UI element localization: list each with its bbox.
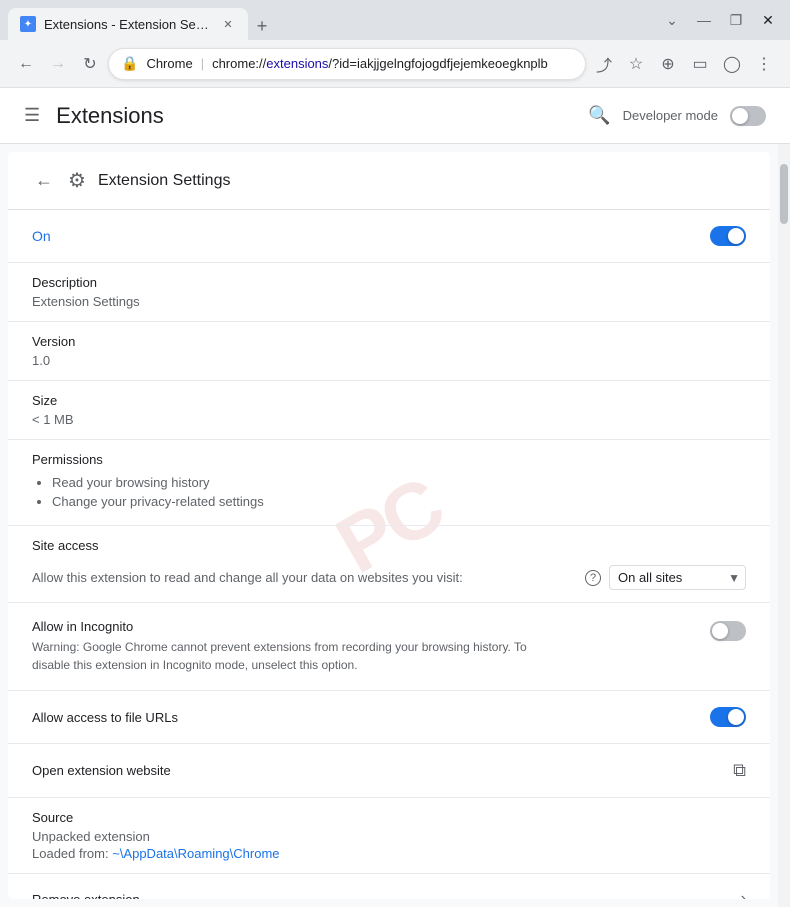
permissions-label: Permissions	[32, 452, 746, 467]
size-row: Size < 1 MB	[8, 381, 770, 440]
on-off-row: On	[8, 210, 770, 263]
search-icon[interactable]: 🔍	[588, 105, 610, 126]
scrollbar-thumb[interactable]	[780, 164, 788, 224]
close-button[interactable]: ✕	[754, 10, 782, 30]
remove-label: Remove extension	[32, 892, 140, 900]
bookmark-icon[interactable]: ☆	[622, 50, 650, 78]
size-label: Size	[32, 393, 746, 408]
version-value: 1.0	[32, 353, 746, 368]
chevron-down-icon[interactable]: ⌄	[658, 10, 686, 30]
main-layout: PC ← ⚙ Extension Settings On Description…	[0, 144, 790, 907]
extensions-header: ☰ Extensions 🔍 Developer mode	[0, 88, 790, 144]
site-access-text: Allow this extension to read and change …	[32, 570, 577, 585]
permissions-list: Read your browsing history Change your p…	[32, 475, 746, 509]
url-separator: |	[201, 56, 204, 71]
content-panel: PC ← ⚙ Extension Settings On Description…	[8, 152, 770, 899]
permissions-row: Permissions Read your browsing history C…	[8, 440, 770, 526]
site-access-dropdown[interactable]: On all sites On specific sites Ask on ev…	[609, 565, 746, 590]
chevron-right-icon: ›	[741, 890, 746, 899]
external-link-icon[interactable]: ⧉	[733, 760, 746, 781]
developer-mode-label: Developer mode	[623, 108, 718, 123]
address-bar: ← → ↻ 🔒 Chrome | chrome://extensions/?id…	[0, 40, 790, 88]
reload-button[interactable]: ↻	[76, 50, 104, 78]
share-icon[interactable]: ⤴	[590, 50, 618, 78]
file-url-label: Allow access to file URLs	[32, 710, 178, 725]
settings-page-title: Extension Settings	[98, 172, 231, 190]
cast-icon[interactable]: ▭	[686, 50, 714, 78]
source-path-prefix: Loaded from:	[32, 846, 112, 861]
source-label: Source	[32, 810, 746, 825]
url-text: chrome://extensions/?id=iakjjgelngfojogd…	[212, 56, 573, 71]
gear-icon: ⚙	[68, 168, 86, 193]
open-website-label: Open extension website	[32, 763, 171, 778]
on-label: On	[32, 228, 51, 244]
tab-title-text: Extensions - Extension Settings	[44, 17, 212, 32]
remove-extension-row[interactable]: Remove extension ›	[8, 874, 770, 899]
description-label: Description	[32, 275, 746, 290]
open-website-row: Open extension website ⧉	[8, 744, 770, 798]
extensions-title: Extensions	[56, 103, 164, 129]
header-right: 🔍 Developer mode	[588, 105, 766, 126]
back-header: ← ⚙ Extension Settings	[8, 152, 770, 210]
window-controls: ⌄ — ❐ ✕	[658, 10, 782, 30]
description-value: Extension Settings	[32, 294, 746, 309]
developer-mode-toggle[interactable]	[730, 106, 766, 126]
new-tab-button[interactable]: +	[248, 12, 276, 40]
incognito-label: Allow in Incognito	[32, 619, 532, 634]
incognito-row: Allow in Incognito Warning: Google Chrom…	[8, 603, 770, 691]
file-url-row: Allow access to file URLs	[8, 691, 770, 744]
site-access-row: Allow this extension to read and change …	[32, 565, 746, 590]
chrome-menu-icon[interactable]: ⋮	[750, 50, 778, 78]
list-item: Read your browsing history	[52, 475, 746, 490]
site-access-section: Site access Allow this extension to read…	[8, 526, 770, 603]
toolbar-icons: ⤴ ☆ ⊕ ▭ ◯ ⋮	[590, 50, 778, 78]
tab-area: ✦ Extensions - Extension Settings ✕ +	[8, 0, 658, 40]
incognito-content: Allow in Incognito Warning: Google Chrom…	[32, 619, 532, 674]
incognito-toggle[interactable]	[710, 621, 746, 641]
help-icon[interactable]: ?	[585, 570, 601, 586]
source-row: Source Unpacked extension Loaded from: ~…	[8, 798, 770, 874]
title-bar: ✦ Extensions - Extension Settings ✕ + ⌄ …	[0, 0, 790, 40]
tab-favicon: ✦	[20, 16, 36, 32]
back-button[interactable]: ←	[12, 50, 40, 78]
description-row: Description Extension Settings	[8, 263, 770, 322]
forward-button: →	[44, 50, 72, 78]
omnibox[interactable]: 🔒 Chrome | chrome://extensions/?id=iakjj…	[108, 48, 586, 80]
size-value: < 1 MB	[32, 412, 746, 427]
back-button-settings[interactable]: ←	[32, 169, 56, 193]
incognito-warning: Warning: Google Chrome cannot prevent ex…	[32, 638, 532, 674]
source-path-link[interactable]: ~\AppData\Roaming\Chrome	[112, 846, 279, 861]
scrollbar-track[interactable]	[778, 144, 790, 907]
site-access-title: Site access	[32, 538, 746, 553]
extension-enabled-toggle[interactable]	[710, 226, 746, 246]
source-path: Loaded from: ~\AppData\Roaming\Chrome	[32, 846, 746, 861]
site-access-dropdown-wrapper: On all sites On specific sites Ask on ev…	[609, 565, 746, 590]
hamburger-icon[interactable]: ☰	[24, 105, 40, 126]
version-row: Version 1.0	[8, 322, 770, 381]
settings-section: ← ⚙ Extension Settings On Description Ex…	[8, 152, 770, 899]
source-type: Unpacked extension	[32, 829, 746, 844]
version-label: Version	[32, 334, 746, 349]
lock-icon: 🔒	[121, 55, 138, 72]
list-item: Change your privacy-related settings	[52, 494, 746, 509]
minimize-button[interactable]: —	[690, 10, 718, 30]
account-icon[interactable]: ◯	[718, 50, 746, 78]
url-highlight: extensions	[266, 56, 328, 71]
active-tab[interactable]: ✦ Extensions - Extension Settings ✕	[8, 8, 248, 40]
extensions-icon[interactable]: ⊕	[654, 50, 682, 78]
tab-close-button[interactable]: ✕	[220, 16, 236, 32]
file-url-toggle[interactable]	[710, 707, 746, 727]
restore-button[interactable]: ❐	[722, 10, 750, 30]
chrome-label: Chrome	[146, 56, 192, 71]
